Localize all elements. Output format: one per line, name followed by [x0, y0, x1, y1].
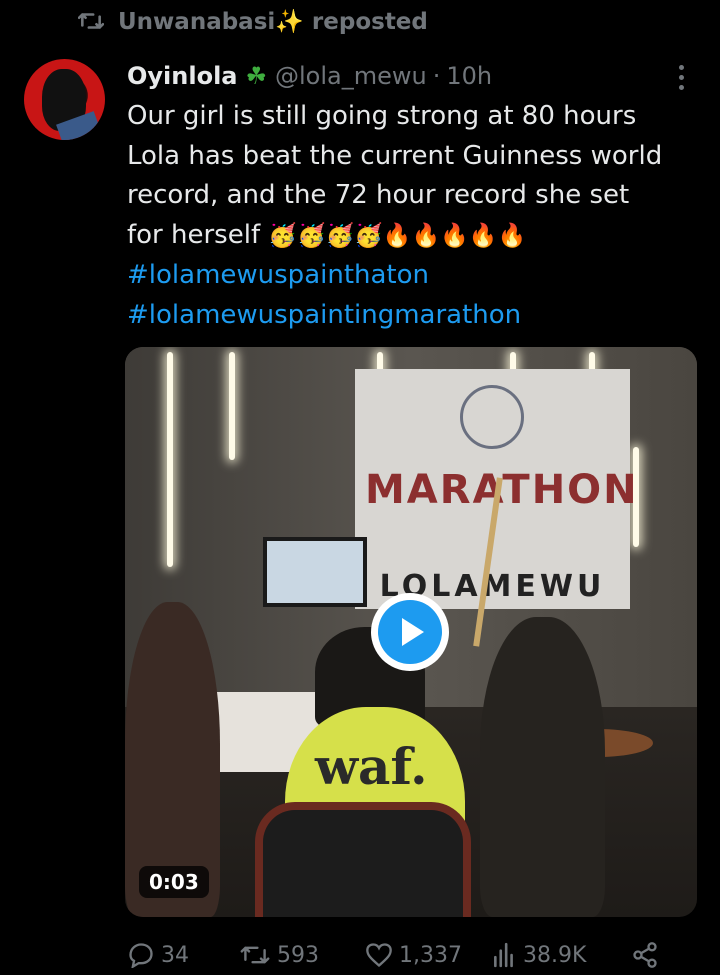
- hashtag-link[interactable]: #lolamewuspaintingmarathon: [127, 296, 707, 336]
- view-count: 38.9K: [523, 942, 587, 968]
- emoji-row: 🥳🥳🥳🥳🔥🔥🔥🔥🔥: [268, 222, 527, 249]
- chair: [255, 802, 471, 917]
- clover-icon: ☘: [245, 62, 268, 90]
- like-count: 1,337: [399, 942, 462, 968]
- play-icon: [402, 618, 424, 646]
- video-player[interactable]: MARATHON LOLAMEWU waf. 0:03: [125, 347, 697, 917]
- author-handle[interactable]: @lola_mewu: [275, 62, 427, 90]
- repost-icon: [78, 13, 104, 29]
- post-text-line: Our girl is still going strong at 80 hou…: [127, 101, 637, 131]
- reply-count: 34: [161, 942, 189, 968]
- share-icon: [633, 942, 657, 968]
- repost-count: 593: [277, 942, 319, 968]
- author-name[interactable]: Oyinlola: [127, 62, 238, 90]
- action-bar: 34 593 1,337 38.9K: [127, 935, 707, 975]
- play-button[interactable]: [371, 593, 449, 671]
- reply-button[interactable]: 34: [127, 942, 239, 968]
- repost-indicator[interactable]: Unwanabasi✨ reposted: [78, 4, 428, 38]
- share-button[interactable]: [631, 941, 665, 969]
- guinness-banner: MARATHON LOLAMEWU: [355, 369, 637, 609]
- post-text: Our girl is still going strong at 80 hou…: [127, 97, 707, 335]
- post-text-line: record, and the 72 hour record she set: [127, 180, 630, 210]
- monitor: [263, 537, 367, 607]
- post-header: Oyinlola ☘ @lola_mewu · 10h: [127, 58, 492, 94]
- person-right: [480, 617, 605, 917]
- hashtag-link[interactable]: #lolamewuspainthaton: [127, 256, 707, 296]
- repost-button[interactable]: 593: [239, 943, 365, 968]
- more-options-icon[interactable]: [670, 62, 692, 92]
- shirt-text: waf.: [315, 737, 428, 796]
- video-duration: 0:03: [139, 866, 209, 898]
- views-button[interactable]: 38.9K: [491, 942, 631, 968]
- guinness-seal-icon: [460, 385, 524, 449]
- separator-dot: ·: [432, 62, 441, 90]
- like-button[interactable]: 1,337: [365, 942, 491, 968]
- reply-icon: [129, 943, 153, 968]
- post-time[interactable]: 10h: [446, 62, 492, 90]
- repost-icon: [240, 946, 270, 964]
- post-text-last: for herself: [127, 219, 261, 250]
- repost-label: Unwanabasi✨ reposted: [118, 8, 428, 35]
- heart-icon: [366, 943, 392, 968]
- post-text-line-last: for herself 🥳🥳🥳🥳🔥🔥🔥🔥🔥: [127, 216, 707, 257]
- avatar[interactable]: [24, 59, 105, 140]
- post-text-line: Lola has beat the current Guinness world: [127, 140, 663, 171]
- views-icon: [494, 942, 513, 968]
